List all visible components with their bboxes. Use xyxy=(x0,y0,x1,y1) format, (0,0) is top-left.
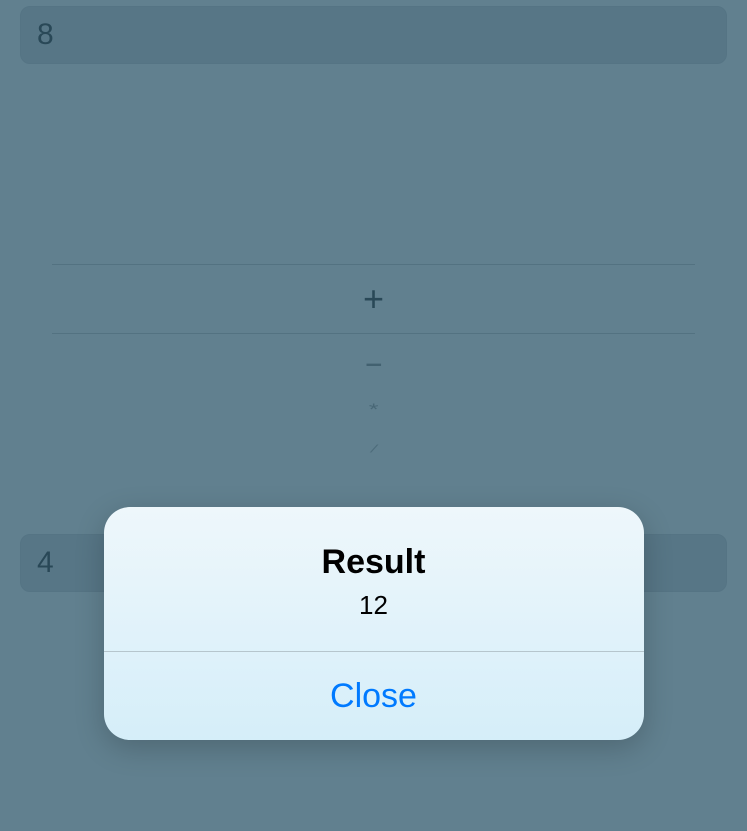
alert-message: 12 xyxy=(124,590,624,621)
result-alert: Result 12 Close xyxy=(104,507,644,740)
alert-body: Result 12 xyxy=(104,507,644,651)
alert-title: Result xyxy=(124,543,624,582)
close-button[interactable]: Close xyxy=(104,652,644,740)
